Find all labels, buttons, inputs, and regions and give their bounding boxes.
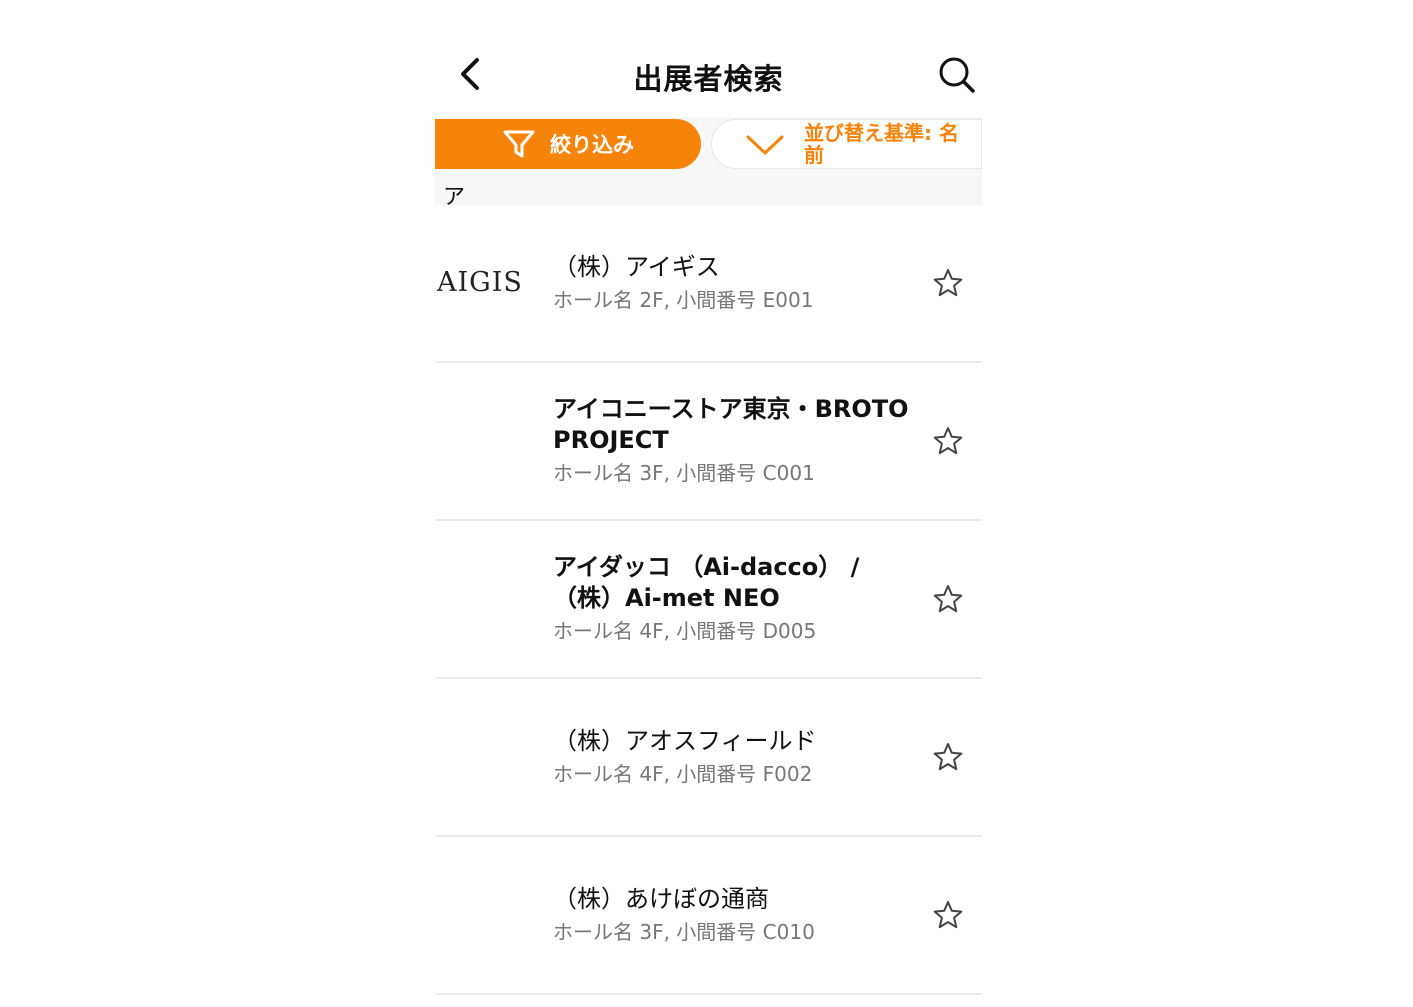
sort-button[interactable]: 並び替え基準: 名前 [711,119,982,169]
favorite-button[interactable] [932,425,964,457]
star-outline-icon [933,427,963,455]
exhibitor-name: （株）あけぼの通商 [553,884,769,913]
exhibitor-info: （株）アオスフィールド ホール名 4F, 小間番号 F002 [553,679,923,835]
favorite-button[interactable] [932,741,964,773]
header: 出展者検索 [435,40,982,110]
search-button[interactable] [936,54,978,96]
list-item[interactable]: アイコニーストア東京・BROTO PROJECT ホール名 3F, 小間番号 C… [435,363,982,521]
exhibitor-name: （株）アイギス [553,252,720,281]
filter-button[interactable]: 絞り込み [435,119,701,169]
list-item[interactable]: AIGIS （株）アイギス ホール名 2F, 小間番号 E001 [435,205,982,363]
exhibitor-search-screen: 出展者検索 絞り込み 並び替え基準: 名前 ア AIGIS （株）アイギス ホー… [435,0,982,1007]
favorite-button[interactable] [932,899,964,931]
star-outline-icon [933,585,963,613]
exhibitor-name: アイダッコ （Ai-dacco） / （株）Ai-met NEO [553,553,860,612]
search-icon [939,57,975,93]
exhibitor-list: AIGIS （株）アイギス ホール名 2F, 小間番号 E001 アイコニースト… [435,205,982,995]
exhibitor-info: （株）アイギス ホール名 2F, 小間番号 E001 [553,205,923,361]
exhibitor-location: ホール名 4F, 小間番号 D005 [553,619,817,643]
favorite-button[interactable] [932,583,964,615]
chevron-down-icon [746,135,784,155]
sort-button-label: 並び替え基準: 名前 [804,121,959,167]
favorite-button[interactable] [932,267,964,299]
exhibitor-location: ホール名 4F, 小間番号 F002 [553,761,813,786]
exhibitor-name: （株）アオスフィールド [553,726,817,755]
exhibitor-info: アイダッコ （Ai-dacco） / （株）Ai-met NEO ホール名 4F… [553,521,923,677]
exhibitor-location: ホール名 3F, 小間番号 C001 [553,461,815,485]
page-title: 出展者検索 [633,62,784,96]
star-outline-icon [933,901,963,929]
exhibitor-name: アイコニーストア東京・BROTO PROJECT [553,395,909,454]
list-item[interactable]: アイダッコ （Ai-dacco） / （株）Ai-met NEO ホール名 4F… [435,521,982,679]
exhibitor-logo: AIGIS [437,267,523,298]
star-outline-icon [933,743,963,771]
exhibitor-info: （株）あけぼの通商 ホール名 3F, 小間番号 C010 [553,837,923,993]
funnel-icon [503,130,535,158]
exhibitor-location: ホール名 2F, 小間番号 E001 [553,287,814,312]
list-item[interactable]: （株）あけぼの通商 ホール名 3F, 小間番号 C010 [435,837,982,995]
exhibitor-info: アイコニーストア東京・BROTO PROJECT ホール名 3F, 小間番号 C… [553,363,923,519]
star-outline-icon [933,269,963,297]
list-item[interactable]: （株）アオスフィールド ホール名 4F, 小間番号 F002 [435,679,982,837]
filter-sort-toolbar: 絞り込み 並び替え基準: 名前 ア [435,117,982,210]
exhibitor-location: ホール名 3F, 小間番号 C010 [553,919,815,944]
filter-button-label: 絞り込み [550,133,634,157]
